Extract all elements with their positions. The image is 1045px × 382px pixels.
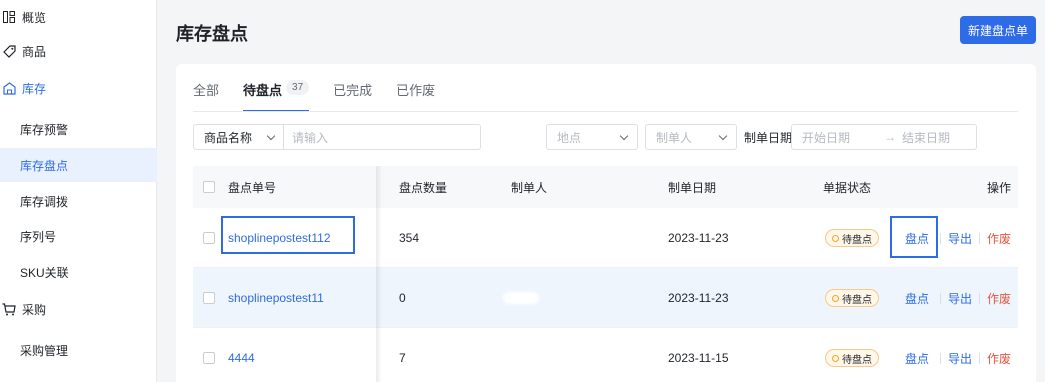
void-action[interactable]: 作废 <box>987 350 1011 367</box>
product-search-group: 商品名称 请输入 <box>193 124 481 150</box>
column-header: 制单人 <box>511 180 548 195</box>
select-all-checkbox[interactable] <box>203 166 215 208</box>
sidebar-item-inventory[interactable]: 库存 <box>0 73 157 103</box>
creator-select[interactable]: 制单人 <box>645 124 737 150</box>
quantity-cell: 354 <box>399 231 420 245</box>
fixed-column-shadow <box>376 166 382 382</box>
product-search-input[interactable]: 请输入 <box>284 129 328 146</box>
sidebar-item-label: 库存预警 <box>20 122 69 137</box>
row-checkbox[interactable] <box>203 328 215 382</box>
product-field-label: 商品名称 <box>204 130 253 145</box>
date-cell: 2023-11-23 <box>668 231 729 245</box>
sidebar-item-label: 库存盘点 <box>20 158 69 173</box>
row-actions: 盘点 导出 作废 <box>905 268 1011 328</box>
page-title: 库存盘点 <box>176 24 248 44</box>
sidebar-item-label: 采购 <box>22 302 47 317</box>
date-cell: 2023-11-15 <box>668 351 729 365</box>
dashboard-icon <box>2 10 16 24</box>
sidebar-item-stock-alert[interactable]: 库存预警 <box>0 114 157 144</box>
table-row: 4444 7 2023-11-15 待盘点 盘点 导出 作废 <box>193 328 1018 382</box>
column-header: 操作 <box>987 180 1012 195</box>
product-field-select[interactable]: 商品名称 <box>194 125 284 149</box>
content-card: 全部 待盘点 37 已完成 已作废 商品名称 请输入 地点 制单人 制单日期 开始… <box>176 64 1036 382</box>
export-action[interactable]: 导出 <box>948 350 972 367</box>
tabs-divider <box>193 111 1018 112</box>
location-select[interactable]: 地点 <box>546 124 638 150</box>
tab-count-badge: 37 <box>286 80 310 95</box>
status-tabs: 全部 待盘点 37 已完成 已作废 <box>193 80 459 112</box>
end-date-input[interactable]: 结束日期 <box>902 129 950 146</box>
date-filter-label: 制单日期 <box>744 130 793 145</box>
sidebar-item-label: 序列号 <box>20 229 57 244</box>
sidebar-item-label: 库存 <box>22 81 47 96</box>
sidebar: 概览 商品 库存 库存预警 库存盘点 库存调拨 序列号 SKU关联 采购 采购管… <box>0 0 157 382</box>
date-range-picker[interactable]: 开始日期 → 结束日期 <box>791 124 977 150</box>
arrow-right-icon: → <box>884 130 897 144</box>
tab-pending[interactable]: 待盘点 37 <box>243 80 310 112</box>
sidebar-item-overview[interactable]: 概览 <box>0 2 157 32</box>
stocktake-id-link[interactable]: shoplinepostest11 <box>228 268 324 328</box>
start-date-input[interactable]: 开始日期 <box>802 129 850 146</box>
tag-icon <box>2 44 16 58</box>
stocktake-action[interactable]: 盘点 <box>905 350 929 367</box>
sidebar-item-label: 商品 <box>22 44 47 59</box>
table-header: 盘点单号 盘点数量 制单人 制单日期 单据状态 操作 <box>193 166 1018 208</box>
column-header: 盘点数量 <box>399 180 448 195</box>
column-header: 盘点单号 <box>228 180 277 195</box>
void-action[interactable]: 作废 <box>987 230 1011 247</box>
stocktake-table: 盘点单号 盘点数量 制单人 制单日期 单据状态 操作 shoplineposte… <box>193 166 1018 382</box>
tab-label: 待盘点 <box>243 83 283 98</box>
sidebar-item-label: SKU关联 <box>20 265 69 280</box>
tab-voided[interactable]: 已作废 <box>396 80 435 112</box>
row-actions: 盘点 导出 作废 <box>905 328 1011 382</box>
status-badge: 待盘点 <box>825 268 879 328</box>
quantity-cell: 7 <box>399 351 406 365</box>
status-badge: 待盘点 <box>825 328 879 382</box>
sidebar-item-purchase-management[interactable]: 采购管理 <box>0 335 157 365</box>
column-header: 制单日期 <box>668 180 717 195</box>
sidebar-item-stocktake[interactable]: 库存盘点 <box>0 148 157 182</box>
sidebar-item-sku-link[interactable]: SKU关联 <box>0 257 157 287</box>
tab-completed[interactable]: 已完成 <box>333 80 372 112</box>
sidebar-item-products[interactable]: 商品 <box>0 36 157 66</box>
tab-label: 已作废 <box>396 83 436 98</box>
export-action[interactable]: 导出 <box>948 290 972 307</box>
cart-icon <box>2 302 16 316</box>
row-checkbox[interactable] <box>203 208 215 268</box>
chevron-down-icon <box>266 131 276 140</box>
tab-label: 全部 <box>193 83 220 98</box>
sidebar-item-label: 库存调拨 <box>20 194 69 209</box>
sidebar-item-label: 采购管理 <box>20 343 69 358</box>
void-action[interactable]: 作废 <box>987 290 1011 307</box>
table-row: shoplinepostest11 0 2023-11-23 待盘点 盘点 导出… <box>193 268 1018 328</box>
creator-cell-redacted <box>503 268 539 328</box>
sidebar-item-label: 概览 <box>22 10 47 25</box>
highlight-box <box>890 216 938 258</box>
stocktake-id-link[interactable]: 4444 <box>228 328 255 382</box>
creator-placeholder: 制单人 <box>656 130 693 145</box>
row-checkbox[interactable] <box>203 268 215 328</box>
highlight-box <box>221 216 355 254</box>
export-action[interactable]: 导出 <box>948 230 972 247</box>
stocktake-action[interactable]: 盘点 <box>905 290 929 307</box>
sidebar-item-serial-number[interactable]: 序列号 <box>0 221 157 251</box>
column-header: 单据状态 <box>823 180 872 195</box>
chevron-down-icon <box>619 131 629 140</box>
tab-all[interactable]: 全部 <box>193 80 219 112</box>
sidebar-item-purchasing[interactable]: 采购 <box>0 294 157 324</box>
location-placeholder: 地点 <box>557 130 582 145</box>
status-badge: 待盘点 <box>825 208 879 268</box>
chevron-down-icon <box>718 131 728 140</box>
quantity-cell: 0 <box>399 291 406 305</box>
date-cell: 2023-11-23 <box>668 291 729 305</box>
tab-label: 已完成 <box>333 83 373 98</box>
warehouse-icon <box>2 81 16 95</box>
sidebar-item-transfer[interactable]: 库存调拨 <box>0 186 157 216</box>
new-stocktake-button[interactable]: 新建盘点单 <box>960 16 1036 44</box>
